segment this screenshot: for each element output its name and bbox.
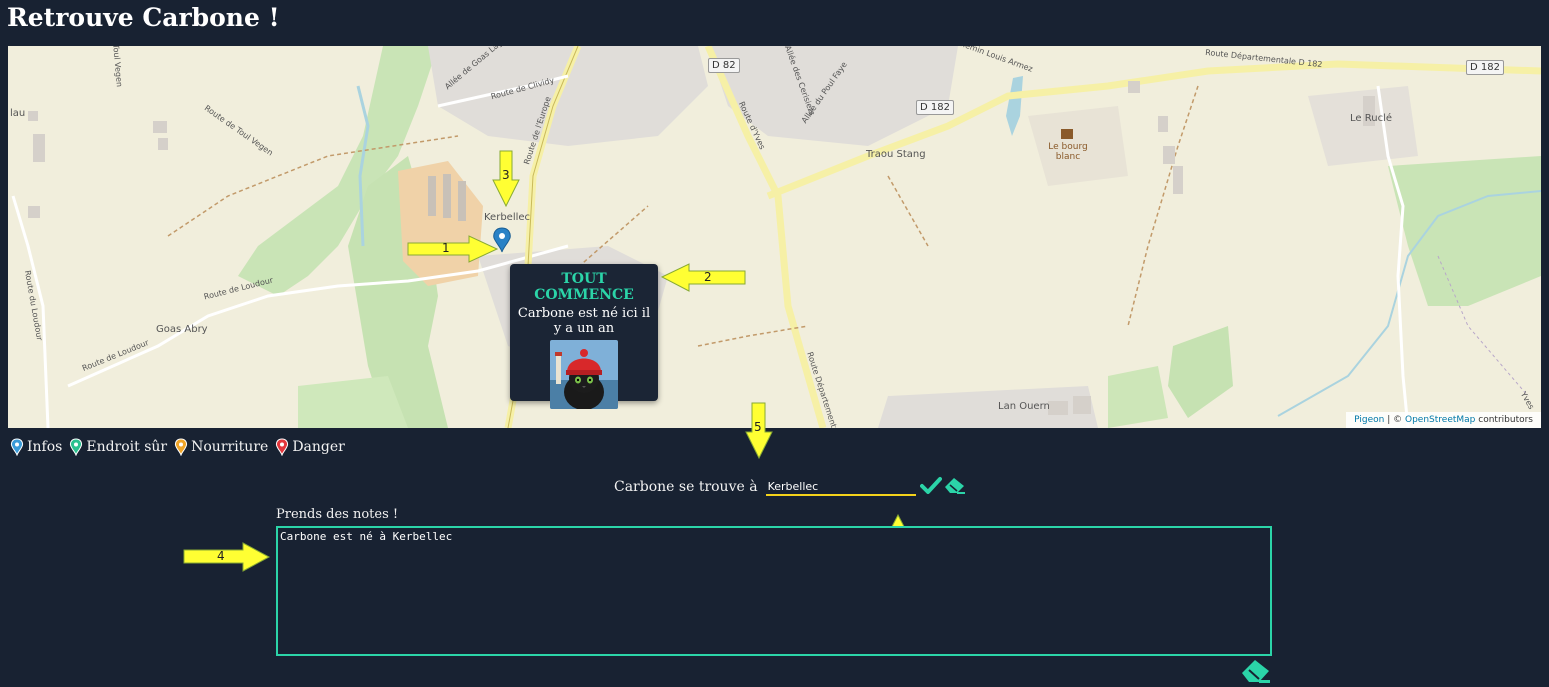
map-tiles [11, 46, 1541, 428]
annotation-label-1: 1 [442, 241, 450, 255]
map-attribution: Pigeon | © OpenStreetMap contributors [1346, 412, 1541, 428]
attribution-contributors: contributors [1478, 415, 1533, 425]
road-shield-d182: D 182 [916, 100, 954, 115]
legend-item-endroit-sur: Endroit sûr [69, 438, 167, 456]
legend-label-endroit-sur: Endroit sûr [86, 439, 168, 455]
location-row: Carbone se trouve à [614, 476, 966, 498]
popup-text: Carbone est né ici il y a un an [517, 306, 651, 336]
annotation-label-4: 4 [217, 549, 225, 563]
osm-link[interactable]: OpenStreetMap [1405, 415, 1475, 425]
popup-title: TOUT COMMENCE [534, 271, 634, 303]
eraser-icon[interactable] [1241, 657, 1271, 687]
map-label-kerbellec: Kerbellec [484, 212, 531, 223]
map-popup: TOUT COMMENCE Carbone est né ici il y a … [510, 264, 658, 409]
pigeon-link[interactable]: Pigeon [1354, 415, 1384, 425]
attribution-separator: | [1387, 415, 1391, 425]
annotation-label-5: 5 [754, 420, 762, 434]
checkmark-icon[interactable] [919, 476, 942, 498]
annotation-label-3: 3 [502, 168, 510, 182]
road-shield-d82: D 82 [708, 58, 740, 73]
cat-photo [550, 340, 618, 409]
notes-textarea[interactable]: Carbone est né à Kerbellec [276, 526, 1272, 656]
legend-label-nourriture: Nourriture [191, 439, 269, 455]
legend-label-danger: Danger [292, 439, 345, 455]
legend-item-danger: Danger [275, 438, 345, 456]
legend-item-nourriture: Nourriture [174, 438, 268, 456]
attribution-copyright: © [1393, 415, 1403, 425]
road-shield-d182-east: D 182 [1466, 60, 1504, 75]
map[interactable]: Kerbellec Traou Stang Le bourg blanc Goa… [8, 46, 1541, 428]
legend-label-infos: Infos [27, 439, 63, 455]
legend-item-infos: Infos [10, 438, 62, 456]
map-label-lau: lau [10, 108, 26, 119]
notes-label: Prends des notes ! [276, 507, 399, 522]
map-label-goas-abry: Goas Abry [156, 324, 208, 335]
pin-orange-icon [175, 438, 188, 456]
annotation-arrow-4 [183, 542, 271, 572]
annotation-arrow-1 [407, 235, 499, 263]
pin-blue-icon [10, 438, 24, 456]
map-label-le-rucle: Le Ruclé [1350, 113, 1392, 124]
marker-legend: Infos Endroit sûr Nourriture Danger [10, 437, 348, 457]
location-label: Carbone se trouve à [614, 479, 758, 495]
pin-red-icon [276, 438, 289, 456]
map-label-traou-stang: Traou Stang [866, 149, 926, 160]
map-label-le-bourg-blanc: Le bourg blanc [1048, 142, 1088, 162]
page-title: Retrouve Carbone ! [7, 3, 280, 32]
pin-green-icon [70, 438, 83, 456]
annotation-label-2: 2 [704, 270, 712, 284]
eraser-icon[interactable] [944, 476, 966, 498]
location-input[interactable] [765, 478, 916, 496]
map-label-lan-ouern: Lan Ouern [998, 401, 1050, 412]
